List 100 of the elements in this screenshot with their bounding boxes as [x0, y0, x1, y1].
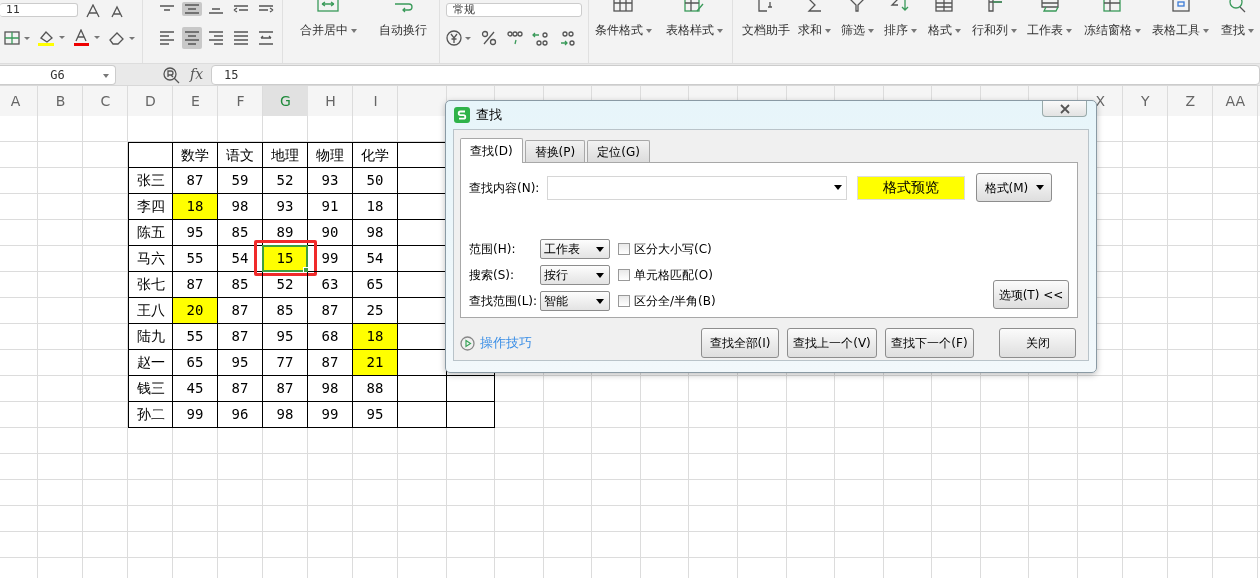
table-cell: 85 — [218, 220, 263, 246]
percent-icon[interactable] — [480, 29, 498, 47]
toolbar-button[interactable]: 格式 — [927, 21, 961, 39]
column-header[interactable]: A — [0, 86, 38, 116]
table-cell: 90 — [308, 220, 353, 246]
toolbar-button[interactable]: 查找 — [1221, 21, 1254, 39]
border-icon[interactable] — [4, 30, 30, 46]
name-box[interactable]: G6 — [0, 64, 116, 85]
font-size-field[interactable]: 11 — [0, 3, 78, 17]
table-cell: 99 — [173, 402, 218, 428]
table-cell: 77 — [263, 350, 308, 376]
decrease-decimal-icon[interactable] — [558, 29, 576, 47]
font-color-icon[interactable] — [72, 29, 102, 47]
table-cell: 85 — [218, 272, 263, 298]
toolbar-button[interactable]: 合并居中 — [299, 21, 357, 39]
table-cell: 99 — [308, 402, 353, 428]
toolbar-button[interactable]: 表格样式 — [665, 21, 723, 39]
close-icon — [1059, 103, 1070, 114]
table-cell: 张七 — [128, 272, 173, 298]
close-dialog-button[interactable]: 关闭 — [999, 328, 1076, 358]
find-field[interactable] — [547, 175, 848, 200]
table-cell: 55 — [173, 324, 218, 350]
table-cell: 21 — [353, 350, 398, 376]
column-header[interactable]: F — [218, 86, 263, 116]
field-label: 范围(H): — [469, 241, 517, 258]
merge-cells-icon[interactable] — [316, 0, 340, 13]
table-cell: 陆九 — [128, 324, 173, 350]
toolbar-button[interactable]: 排序 — [883, 21, 917, 39]
font-grow-icon[interactable] — [84, 4, 102, 18]
column-header[interactable]: D — [128, 86, 173, 116]
toolbar-button[interactable]: 求和 — [798, 21, 831, 39]
formula-field[interactable]: 15 — [211, 64, 1260, 85]
toolbar-button[interactable]: 工作表 — [1027, 21, 1073, 39]
fill-color-icon[interactable] — [36, 29, 66, 47]
toolbar-button[interactable]: 行和列 — [971, 21, 1017, 39]
close-button[interactable] — [1042, 101, 1087, 117]
dropdown[interactable]: 工作表 — [540, 239, 610, 259]
zoom-icon[interactable] — [162, 65, 180, 84]
table-header-cell: 数学 — [173, 142, 218, 168]
options-button[interactable]: 选项(T) << — [993, 280, 1069, 309]
column-header[interactable]: AA — [1212, 86, 1258, 116]
toolbar-button[interactable]: 条件格式 — [594, 21, 652, 39]
table-cell: 张三 — [128, 168, 173, 194]
table-cell: 59 — [218, 168, 263, 194]
number-format-field[interactable]: 常规 — [446, 3, 582, 17]
checkbox-label[interactable]: 单元格匹配(O) — [634, 266, 713, 284]
column-header[interactable]: B — [38, 86, 83, 116]
column-header[interactable]: H — [308, 86, 353, 116]
checkbox-label[interactable]: 区分大小写(C) — [634, 240, 712, 258]
eraser-icon[interactable] — [108, 30, 136, 46]
field-label: 查找内容(N): — [469, 179, 540, 197]
toolbar-button[interactable]: 文档助手 — [741, 21, 790, 39]
column-header[interactable]: I — [353, 86, 398, 116]
tab[interactable]: 查找(D) — [460, 138, 523, 163]
currency-icon[interactable] — [446, 29, 472, 47]
table-cell — [128, 142, 173, 168]
dropdown[interactable]: 按行 — [540, 265, 610, 285]
checkbox[interactable] — [618, 295, 630, 307]
format-button[interactable]: 格式(M) — [976, 173, 1053, 202]
format-preview: 格式预览 — [857, 175, 966, 200]
checkbox[interactable] — [618, 269, 630, 281]
table-cell: 20 — [173, 298, 218, 324]
dialog-button[interactable]: 查找全部(I) — [701, 328, 779, 358]
table-cell: 87 — [308, 298, 353, 324]
tab[interactable]: 替换(P) — [524, 140, 586, 162]
table-cell: 98 — [263, 402, 308, 428]
toolbar-button[interactable]: 筛选 — [840, 21, 874, 39]
toolbar-button[interactable]: 表格工具 — [1152, 21, 1210, 39]
table-cell: 98 — [353, 220, 398, 246]
table-cell: 87 — [218, 298, 263, 324]
column-header[interactable]: Z — [1167, 86, 1213, 116]
dialog-button[interactable]: 查找下一个(F) — [885, 328, 974, 358]
checkbox-label[interactable]: 区分全/半角(B) — [634, 292, 716, 310]
table-cell: 87 — [263, 376, 308, 402]
table-cell — [446, 402, 496, 428]
increase-decimal-icon[interactable] — [532, 29, 550, 47]
table-cell: 52 — [263, 272, 308, 298]
column-header[interactable]: Y — [1122, 86, 1168, 116]
table-cell: 50 — [353, 168, 398, 194]
toolbar-button[interactable]: 冻结窗格 — [1084, 21, 1141, 39]
dropdown[interactable]: 智能 — [540, 291, 610, 311]
table-cell: 钱三 — [128, 376, 173, 402]
table-cell: 98 — [308, 376, 353, 402]
column-header[interactable]: C — [83, 86, 128, 116]
toolbar-button[interactable]: 自动换行 — [379, 21, 427, 39]
align-center-icon[interactable] — [181, 27, 203, 49]
table-header-cell: 化学 — [353, 142, 398, 168]
table-cell: 52 — [263, 168, 308, 194]
tab[interactable]: 定位(G) — [587, 140, 650, 162]
checkbox[interactable] — [618, 243, 630, 255]
column-header[interactable]: E — [173, 86, 218, 116]
fx-label[interactable]: fx — [190, 64, 204, 85]
align-middle-icon[interactable] — [181, 2, 203, 16]
table-grid-icon[interactable] — [611, 0, 636, 13]
thousands-separator-icon[interactable] — [506, 29, 524, 47]
table-cell: 95 — [353, 402, 398, 428]
table-cell: 63 — [308, 272, 353, 298]
dialog-button[interactable]: 查找上一个(V) — [787, 328, 877, 358]
dropdown-arrow-icon[interactable] — [834, 185, 843, 190]
table-cell: 55 — [173, 246, 218, 272]
